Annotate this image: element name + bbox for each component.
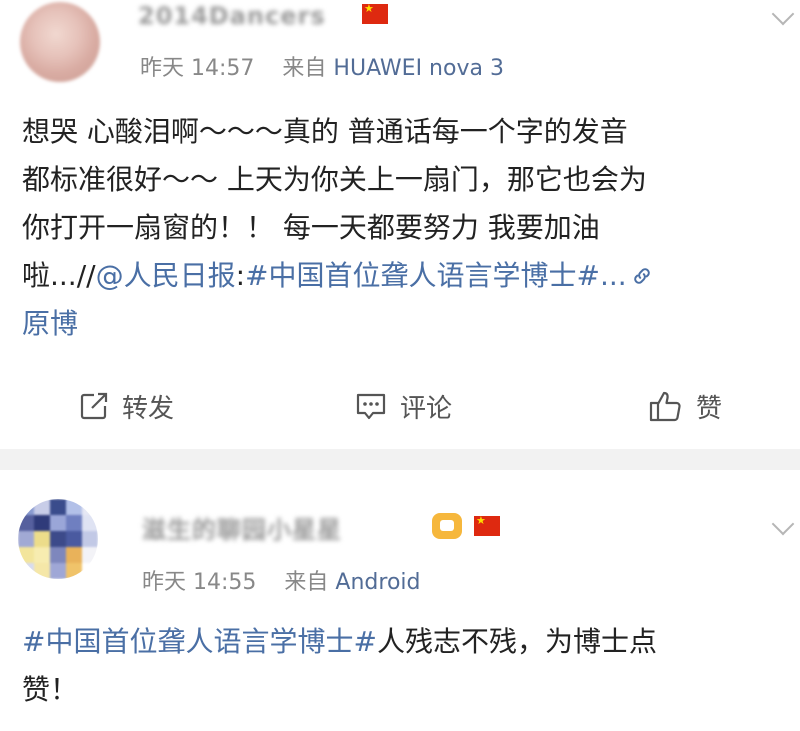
username[interactable]: 2014Dancers [138, 2, 326, 30]
forward-button[interactable]: 转发 [78, 378, 174, 434]
post-time: 昨天 14:57 [140, 56, 255, 81]
chevron-down-icon[interactable] [771, 2, 795, 26]
post-text-line: 都标准很好～～ 上天为你关上一扇门，那它也会为 [22, 163, 647, 196]
source-prefix: 来自 [282, 56, 327, 81]
username[interactable]: 滋生的聊园小星星 [142, 510, 342, 545]
source-device[interactable]: HUAWEI nova 3 [333, 56, 504, 81]
avatar[interactable] [20, 2, 100, 82]
source-prefix: 来自 [284, 570, 329, 595]
like-label: 赞 [696, 393, 723, 424]
post-meta: 昨天 14:57 来自 HUAWEI nova 3 [140, 50, 504, 82]
link-icon[interactable] [631, 265, 653, 287]
origin-post-link[interactable]: 原博 [22, 300, 653, 348]
like-button[interactable]: 赞 [648, 378, 722, 434]
thumbs-up-icon [649, 391, 681, 422]
post-text: 想哭 心酸泪啊～～～真的 普通话每一个字的发音 都标准很好～～ 上天为你关上一扇… [22, 108, 653, 348]
share-icon [80, 392, 108, 420]
mention-link[interactable]: @人民日报 [96, 259, 236, 292]
post-text-line: 想哭 心酸泪啊～～～真的 普通话每一个字的发音 [22, 115, 628, 148]
crown-badge-icon [432, 513, 462, 539]
post-text-line: 你打开一扇窗的！！ 每一天都要努力 我要加油 [22, 211, 600, 244]
topic-link[interactable]: #中国首位聋人语言学博士#... [245, 259, 627, 292]
avatar[interactable] [18, 499, 98, 579]
post-text-line: 啦...//@人民日报:#中国首位聋人语言学博士#... [22, 252, 653, 300]
weibo-post: 2014Dancers 昨天 14:57 来自 HUAWEI nova 3 想哭… [0, 0, 800, 449]
forward-label: 转发 [122, 393, 175, 424]
comment-icon [356, 393, 386, 420]
comment-button[interactable]: 评论 [354, 378, 452, 434]
comment-label: 评论 [400, 393, 453, 424]
post-text: #中国首位聋人语言学博士#人残志不残，为博士点 赞！ [22, 618, 657, 714]
chevron-down-icon[interactable] [771, 512, 795, 536]
post-meta: 昨天 14:55 来自 Android [142, 564, 420, 596]
post-text-fragment: 人残志不残，为博士点 [376, 625, 657, 658]
post-time: 昨天 14:55 [142, 570, 257, 595]
topic-link[interactable]: #中国首位聋人语言学博士# [22, 625, 377, 658]
post-text-line: 赞！ [22, 673, 79, 706]
china-flag-icon [474, 514, 500, 536]
post-separator [0, 449, 800, 470]
post-text-line: #中国首位聋人语言学博士#人残志不残，为博士点 [22, 618, 657, 666]
post-text-fragment: 啦...// [22, 259, 96, 292]
china-flag-icon [362, 2, 388, 24]
source-device[interactable]: Android [335, 570, 420, 595]
post-text-fragment: : [235, 259, 246, 292]
action-bar: 转发 评论 赞 [0, 378, 800, 434]
